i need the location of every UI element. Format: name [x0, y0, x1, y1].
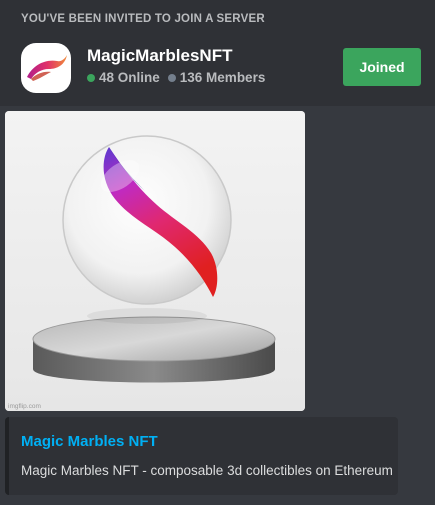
image-watermark: imgflip.com: [8, 403, 41, 410]
embed-title-link[interactable]: Magic Marbles NFT: [21, 433, 158, 450]
online-status-dot: [87, 73, 95, 82]
link-embed: Magic Marbles NFT Magic Marbles NFT - co…: [5, 417, 398, 495]
embed-description: Magic Marbles NFT - composable 3d collec…: [21, 463, 393, 478]
members-status-dot: [167, 73, 176, 82]
marble-on-pedestal-image[interactable]: imgflip.com: [5, 111, 305, 411]
member-count: 136 Members: [179, 70, 266, 85]
invite-heading: YOU'VE BEEN INVITED TO JOIN A SERVER: [21, 13, 265, 25]
online-count: 48 Online: [99, 70, 160, 85]
server-stats: 48 Online 136 Members: [87, 70, 265, 85]
server-invite-card: YOU'VE BEEN INVITED TO JOIN A SERVER Mag…: [0, 0, 435, 106]
joined-button[interactable]: Joined: [343, 48, 421, 86]
server-icon[interactable]: [21, 43, 71, 93]
server-name: MagicMarblesNFT: [87, 46, 233, 65]
